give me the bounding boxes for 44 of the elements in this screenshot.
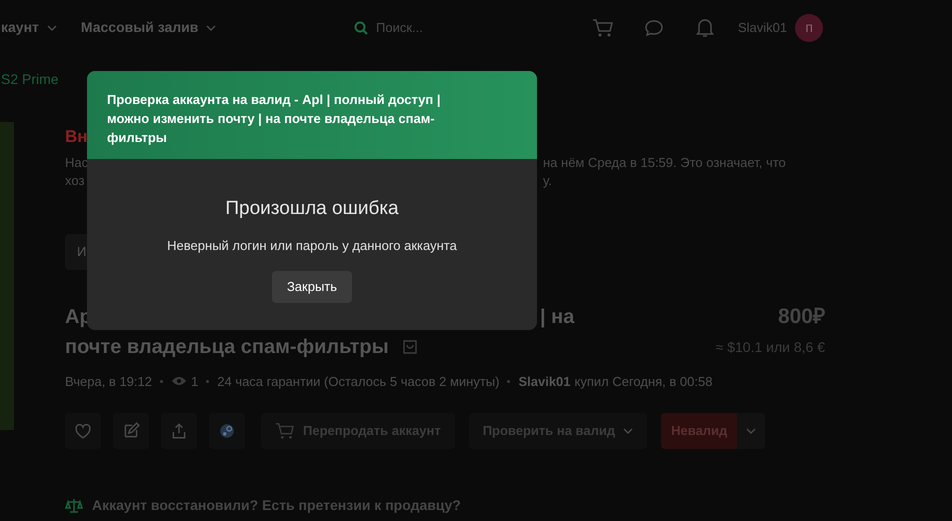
notice-text: хоз bbox=[65, 172, 84, 188]
chat-icon[interactable] bbox=[644, 18, 664, 36]
nav-menu-item[interactable]: каунт bbox=[1, 17, 57, 38]
buyer-link[interactable]: Slavik01 bbox=[518, 372, 571, 391]
chevron-icon bbox=[746, 428, 756, 434]
view-count: 1 bbox=[190, 372, 198, 390]
price: 800₽ bbox=[776, 304, 825, 330]
heart-icon bbox=[74, 422, 92, 440]
bell-icon[interactable] bbox=[696, 18, 714, 38]
listing-title: | на bbox=[540, 304, 574, 330]
close-button[interactable]: Закрыть bbox=[272, 271, 352, 303]
steam-icon bbox=[218, 422, 236, 440]
share-icon bbox=[170, 422, 188, 440]
eye-icon bbox=[170, 376, 187, 386]
chevron-icon bbox=[206, 24, 216, 30]
listing-title: почте владельца спам-фильтры bbox=[65, 334, 389, 360]
purchase-time: купил Сегодня, в 00:58 bbox=[574, 372, 712, 391]
user-avatar[interactable]: п bbox=[795, 14, 824, 42]
dialog-message: Неверный логин или пароль у данного аккаунта bbox=[166, 236, 458, 255]
edit-icon bbox=[122, 422, 140, 440]
listing-date: Вчера, в 19:12 bbox=[65, 372, 152, 391]
claim-text: Аккаунт восстановили? Есть претензии к продавцу? bbox=[92, 496, 461, 515]
cart-icon bbox=[275, 422, 295, 440]
scales-icon bbox=[65, 498, 83, 514]
notice-heading: Вн bbox=[65, 126, 88, 148]
username[interactable]: Slavik01 bbox=[738, 18, 788, 38]
dialog-title: Произошла ошибка bbox=[224, 197, 400, 221]
notice-text: Нас bbox=[65, 154, 88, 170]
heart-button[interactable] bbox=[65, 413, 101, 449]
nav-menu-item[interactable]: Массовый залив bbox=[80, 17, 216, 38]
steam-button[interactable] bbox=[209, 413, 245, 449]
bag-icon bbox=[402, 340, 417, 354]
cart-icon[interactable] bbox=[592, 18, 614, 38]
guarantee-text: 24 часа гарантии (Осталось 5 часов 2 минуты) bbox=[217, 372, 500, 391]
share-button[interactable] bbox=[161, 413, 197, 449]
tab-button[interactable]: И bbox=[65, 234, 87, 270]
edit-button[interactable] bbox=[113, 413, 149, 449]
chevron-icon bbox=[623, 428, 634, 434]
dialog-header-text: Проверка аккаунта на валид - Apl | полный доступ | можно изменить почту | на почте владельца спам-фильтры bbox=[107, 91, 442, 147]
chevron-icon bbox=[46, 24, 57, 30]
notice-text: на нём Среда в 15:59. Это означает, что bbox=[543, 154, 786, 172]
notice-text: у. bbox=[543, 172, 552, 190]
search-field[interactable]: Поиск... bbox=[376, 18, 526, 38]
search-icon bbox=[354, 20, 368, 34]
